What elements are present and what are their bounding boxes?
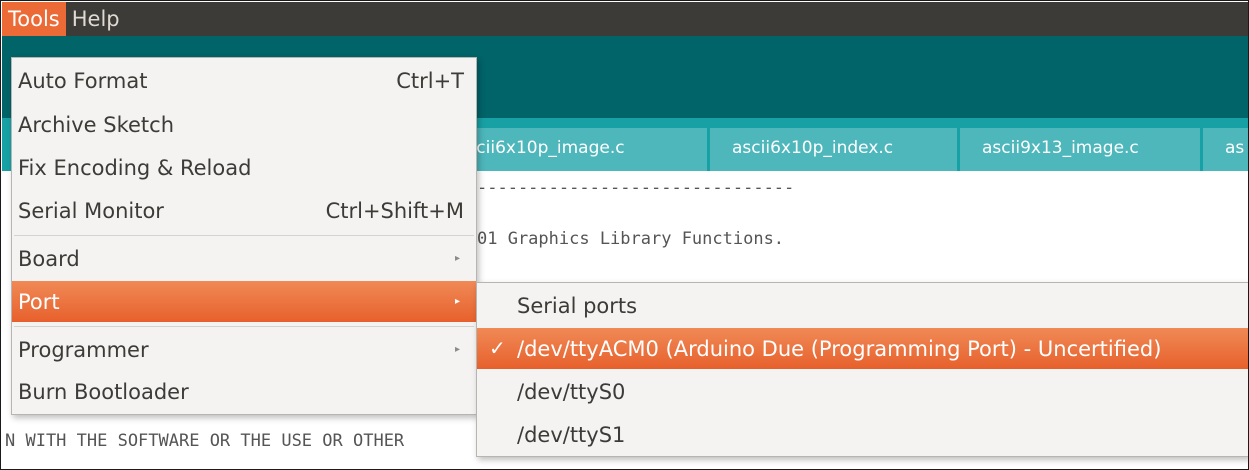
menu-item-label: Serial Monitor: [18, 198, 164, 223]
menu-item-label: Programmer: [18, 337, 149, 362]
submenu-arrow-icon: ▸: [454, 344, 460, 355]
menu-help[interactable]: Help: [66, 2, 126, 36]
submenu-arrow-icon: ▸: [454, 253, 460, 264]
port-item-label: /dev/ttyS1: [517, 422, 626, 447]
menu-separator: [14, 235, 474, 236]
port-item-label: /dev/ttyS0: [517, 379, 626, 404]
menu-item-label: Auto Format: [18, 68, 148, 93]
port-item-label: /dev/ttyACM0 (Arduino Due (Programming P…: [517, 336, 1162, 361]
menu-item-label: Board: [18, 246, 80, 271]
code-line: 01 Graphics Library Functions.: [477, 229, 785, 249]
tab-truncated[interactable]: as: [1203, 128, 1248, 171]
menu-item-label: Burn Bootloader: [18, 379, 189, 404]
tab-ascii9x13-image[interactable]: ascii9x13_image.c: [960, 128, 1200, 171]
port-submenu: Serial ports ✓ /dev/ttyACM0 (Arduino Due…: [476, 282, 1248, 457]
menu-item-serial-monitor[interactable]: Serial Monitor Ctrl+Shift+M: [12, 190, 476, 231]
menu-tools[interactable]: Tools: [2, 2, 66, 36]
app-window: Tools Help ascii6x10p_image.c ascii6x10p…: [0, 0, 1249, 470]
serial-ports-header: Serial ports: [477, 285, 1248, 326]
menu-separator: [14, 326, 474, 327]
tools-menu: Auto Format Ctrl+T Archive Sketch Fix En…: [11, 57, 477, 415]
menu-item-label: Fix Encoding & Reload: [18, 155, 252, 180]
port-item-ttys0[interactable]: /dev/ttyS0: [477, 371, 1248, 412]
menu-item-label: Port: [18, 289, 60, 314]
menu-item-label: Archive Sketch: [18, 112, 175, 137]
port-item-ttys1[interactable]: /dev/ttyS1: [477, 414, 1248, 455]
code-line: -------------------------------: [477, 178, 795, 198]
menu-bar: Tools Help: [2, 2, 1248, 36]
menu-item-port[interactable]: Port ▸: [12, 281, 476, 322]
shortcut-label: Ctrl+T: [396, 68, 464, 93]
submenu-arrow-icon: ▸: [454, 296, 460, 307]
menu-item-archive-sketch[interactable]: Archive Sketch: [12, 104, 476, 145]
menu-item-fix-encoding[interactable]: Fix Encoding & Reload: [12, 147, 476, 188]
tab-ascii6x10p-index[interactable]: ascii6x10p_index.c: [710, 128, 957, 171]
menu-item-programmer[interactable]: Programmer ▸: [12, 329, 476, 370]
checkmark-icon: ✓: [489, 336, 506, 360]
menu-item-burn-bootloader[interactable]: Burn Bootloader: [12, 371, 476, 412]
port-item-ttyacm0[interactable]: ✓ /dev/ttyACM0 (Arduino Due (Programming…: [477, 328, 1248, 369]
submenu-header-label: Serial ports: [517, 293, 638, 318]
shortcut-label: Ctrl+Shift+M: [325, 198, 464, 223]
code-line: N WITH THE SOFTWARE OR THE USE OR OTHER: [5, 431, 405, 451]
menu-item-board[interactable]: Board ▸: [12, 238, 476, 279]
menu-item-auto-format[interactable]: Auto Format Ctrl+T: [12, 60, 476, 101]
